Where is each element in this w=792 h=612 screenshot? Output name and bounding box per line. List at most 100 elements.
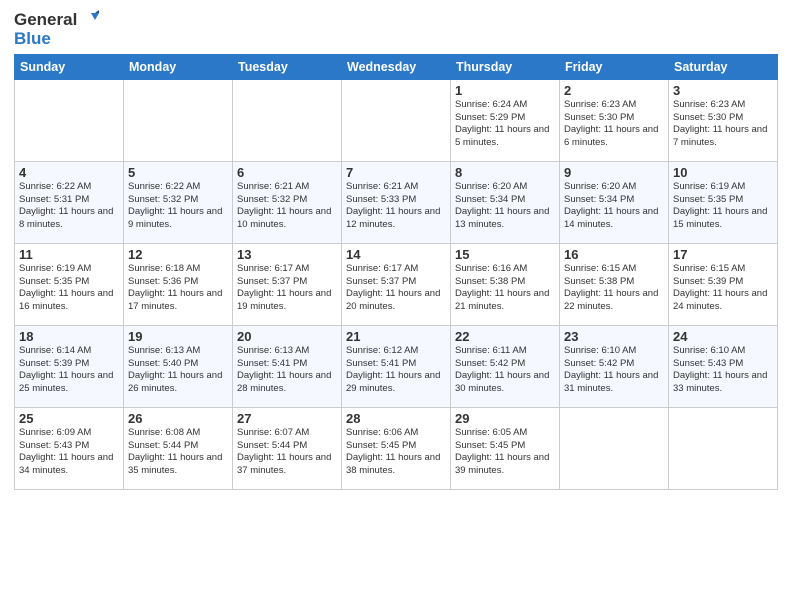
day-info: Sunrise: 6:20 AM Sunset: 5:34 PM Dayligh… [564,181,664,232]
day-info: Sunrise: 6:07 AM Sunset: 5:44 PM Dayligh… [237,427,337,478]
calendar-table: SundayMondayTuesdayWednesdayThursdayFrid… [14,54,778,490]
weekday-monday: Monday [124,54,233,79]
calendar-cell: 28Sunrise: 6:06 AM Sunset: 5:45 PM Dayli… [342,407,451,489]
day-number: 2 [564,83,664,98]
day-info: Sunrise: 6:17 AM Sunset: 5:37 PM Dayligh… [346,263,446,314]
calendar-cell: 1Sunrise: 6:24 AM Sunset: 5:29 PM Daylig… [451,79,560,161]
calendar-cell: 23Sunrise: 6:10 AM Sunset: 5:42 PM Dayli… [560,325,669,407]
calendar-cell [233,79,342,161]
calendar-cell: 21Sunrise: 6:12 AM Sunset: 5:41 PM Dayli… [342,325,451,407]
day-number: 29 [455,411,555,426]
calendar-cell: 26Sunrise: 6:08 AM Sunset: 5:44 PM Dayli… [124,407,233,489]
day-number: 8 [455,165,555,180]
day-info: Sunrise: 6:15 AM Sunset: 5:39 PM Dayligh… [673,263,773,314]
day-number: 22 [455,329,555,344]
calendar-cell: 22Sunrise: 6:11 AM Sunset: 5:42 PM Dayli… [451,325,560,407]
day-info: Sunrise: 6:09 AM Sunset: 5:43 PM Dayligh… [19,427,119,478]
day-number: 18 [19,329,119,344]
calendar-cell: 10Sunrise: 6:19 AM Sunset: 5:35 PM Dayli… [669,161,778,243]
calendar-cell: 14Sunrise: 6:17 AM Sunset: 5:37 PM Dayli… [342,243,451,325]
day-number: 21 [346,329,446,344]
day-info: Sunrise: 6:12 AM Sunset: 5:41 PM Dayligh… [346,345,446,396]
week-row-5: 25Sunrise: 6:09 AM Sunset: 5:43 PM Dayli… [15,407,778,489]
calendar-cell: 27Sunrise: 6:07 AM Sunset: 5:44 PM Dayli… [233,407,342,489]
day-number: 6 [237,165,337,180]
calendar-cell: 8Sunrise: 6:20 AM Sunset: 5:34 PM Daylig… [451,161,560,243]
calendar-cell: 20Sunrise: 6:13 AM Sunset: 5:41 PM Dayli… [233,325,342,407]
logo: General Blue [14,10,99,48]
header: General Blue [14,10,778,48]
day-info: Sunrise: 6:24 AM Sunset: 5:29 PM Dayligh… [455,99,555,150]
weekday-friday: Friday [560,54,669,79]
page: General Blue SundayMondayTuesdayWednesda… [0,0,792,612]
calendar-cell: 17Sunrise: 6:15 AM Sunset: 5:39 PM Dayli… [669,243,778,325]
day-info: Sunrise: 6:19 AM Sunset: 5:35 PM Dayligh… [673,181,773,232]
day-number: 7 [346,165,446,180]
calendar-cell: 12Sunrise: 6:18 AM Sunset: 5:36 PM Dayli… [124,243,233,325]
calendar-cell [15,79,124,161]
day-info: Sunrise: 6:20 AM Sunset: 5:34 PM Dayligh… [455,181,555,232]
day-info: Sunrise: 6:22 AM Sunset: 5:32 PM Dayligh… [128,181,228,232]
day-number: 15 [455,247,555,262]
logo-bird-icon [79,10,99,30]
week-row-2: 4Sunrise: 6:22 AM Sunset: 5:31 PM Daylig… [15,161,778,243]
calendar-cell [560,407,669,489]
day-number: 4 [19,165,119,180]
day-info: Sunrise: 6:10 AM Sunset: 5:43 PM Dayligh… [673,345,773,396]
day-info: Sunrise: 6:05 AM Sunset: 5:45 PM Dayligh… [455,427,555,478]
day-number: 26 [128,411,228,426]
day-info: Sunrise: 6:11 AM Sunset: 5:42 PM Dayligh… [455,345,555,396]
weekday-saturday: Saturday [669,54,778,79]
day-number: 28 [346,411,446,426]
day-info: Sunrise: 6:21 AM Sunset: 5:32 PM Dayligh… [237,181,337,232]
calendar-cell: 3Sunrise: 6:23 AM Sunset: 5:30 PM Daylig… [669,79,778,161]
day-info: Sunrise: 6:10 AM Sunset: 5:42 PM Dayligh… [564,345,664,396]
calendar-cell: 6Sunrise: 6:21 AM Sunset: 5:32 PM Daylig… [233,161,342,243]
calendar-cell: 18Sunrise: 6:14 AM Sunset: 5:39 PM Dayli… [15,325,124,407]
calendar-cell: 7Sunrise: 6:21 AM Sunset: 5:33 PM Daylig… [342,161,451,243]
day-number: 12 [128,247,228,262]
calendar-cell: 16Sunrise: 6:15 AM Sunset: 5:38 PM Dayli… [560,243,669,325]
calendar-cell: 2Sunrise: 6:23 AM Sunset: 5:30 PM Daylig… [560,79,669,161]
weekday-sunday: Sunday [15,54,124,79]
day-info: Sunrise: 6:19 AM Sunset: 5:35 PM Dayligh… [19,263,119,314]
day-number: 3 [673,83,773,98]
calendar-cell: 9Sunrise: 6:20 AM Sunset: 5:34 PM Daylig… [560,161,669,243]
week-row-1: 1Sunrise: 6:24 AM Sunset: 5:29 PM Daylig… [15,79,778,161]
week-row-4: 18Sunrise: 6:14 AM Sunset: 5:39 PM Dayli… [15,325,778,407]
day-info: Sunrise: 6:15 AM Sunset: 5:38 PM Dayligh… [564,263,664,314]
weekday-header-row: SundayMondayTuesdayWednesdayThursdayFrid… [15,54,778,79]
calendar-cell: 5Sunrise: 6:22 AM Sunset: 5:32 PM Daylig… [124,161,233,243]
calendar-cell: 13Sunrise: 6:17 AM Sunset: 5:37 PM Dayli… [233,243,342,325]
calendar-cell [669,407,778,489]
day-number: 10 [673,165,773,180]
day-info: Sunrise: 6:16 AM Sunset: 5:38 PM Dayligh… [455,263,555,314]
logo-general-text: General [14,11,77,29]
weekday-tuesday: Tuesday [233,54,342,79]
day-number: 25 [19,411,119,426]
calendar-cell [342,79,451,161]
day-info: Sunrise: 6:21 AM Sunset: 5:33 PM Dayligh… [346,181,446,232]
calendar-cell: 25Sunrise: 6:09 AM Sunset: 5:43 PM Dayli… [15,407,124,489]
calendar-cell: 24Sunrise: 6:10 AM Sunset: 5:43 PM Dayli… [669,325,778,407]
day-number: 19 [128,329,228,344]
day-number: 16 [564,247,664,262]
calendar-cell: 19Sunrise: 6:13 AM Sunset: 5:40 PM Dayli… [124,325,233,407]
day-number: 27 [237,411,337,426]
day-number: 9 [564,165,664,180]
day-info: Sunrise: 6:14 AM Sunset: 5:39 PM Dayligh… [19,345,119,396]
calendar-cell: 29Sunrise: 6:05 AM Sunset: 5:45 PM Dayli… [451,407,560,489]
day-info: Sunrise: 6:23 AM Sunset: 5:30 PM Dayligh… [673,99,773,150]
day-info: Sunrise: 6:17 AM Sunset: 5:37 PM Dayligh… [237,263,337,314]
day-info: Sunrise: 6:22 AM Sunset: 5:31 PM Dayligh… [19,181,119,232]
week-row-3: 11Sunrise: 6:19 AM Sunset: 5:35 PM Dayli… [15,243,778,325]
day-number: 13 [237,247,337,262]
day-number: 24 [673,329,773,344]
weekday-thursday: Thursday [451,54,560,79]
day-info: Sunrise: 6:23 AM Sunset: 5:30 PM Dayligh… [564,99,664,150]
day-info: Sunrise: 6:08 AM Sunset: 5:44 PM Dayligh… [128,427,228,478]
day-number: 1 [455,83,555,98]
day-info: Sunrise: 6:18 AM Sunset: 5:36 PM Dayligh… [128,263,228,314]
day-number: 17 [673,247,773,262]
day-number: 11 [19,247,119,262]
